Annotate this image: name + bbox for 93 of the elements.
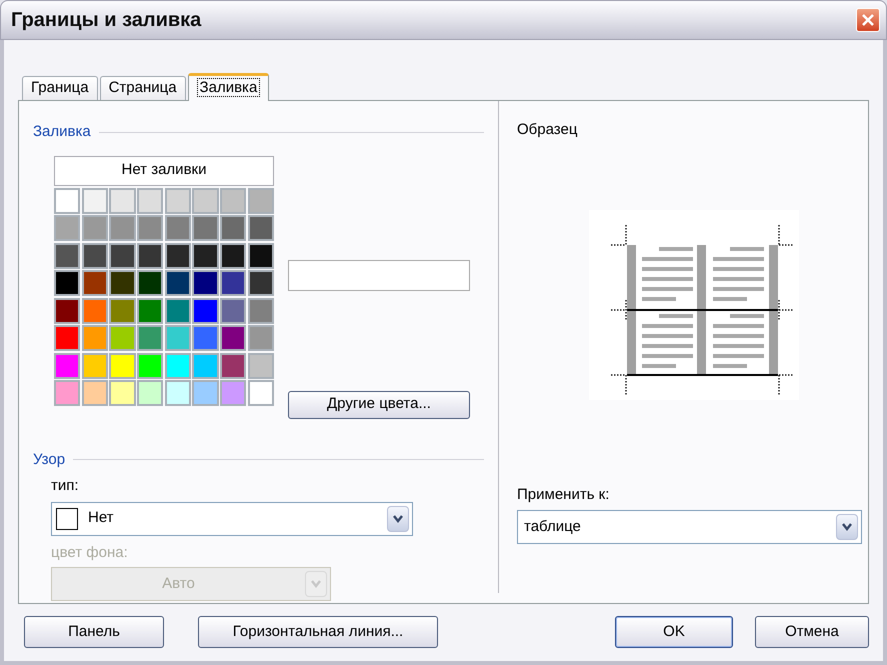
color-swatch[interactable] xyxy=(137,352,164,378)
more-colors-button[interactable]: Другие цвета... xyxy=(288,390,470,418)
color-swatch[interactable] xyxy=(164,242,191,268)
color-swatch[interactable] xyxy=(248,352,274,378)
field-label: Применить к: xyxy=(517,484,610,504)
color-swatch[interactable] xyxy=(109,215,136,241)
field-label: цвет фона: xyxy=(51,542,129,562)
color-swatch[interactable] xyxy=(109,380,136,406)
color-swatch[interactable] xyxy=(54,242,80,268)
apply-to-dropdown[interactable]: таблице xyxy=(517,510,862,544)
color-swatch[interactable] xyxy=(54,380,80,406)
color-swatch[interactable] xyxy=(164,325,191,351)
close-button[interactable] xyxy=(856,8,880,32)
caret-icon xyxy=(841,522,853,532)
dialog-button[interactable]: Отмена xyxy=(755,616,869,648)
dropdown-arrow-button[interactable] xyxy=(387,506,409,532)
color-swatch[interactable] xyxy=(109,352,136,378)
section-heading: Узор xyxy=(33,450,66,470)
color-swatch[interactable] xyxy=(220,242,246,268)
color-swatch[interactable] xyxy=(54,298,80,324)
color-swatch[interactable] xyxy=(220,352,246,378)
dropdown-arrow-button[interactable] xyxy=(836,514,858,540)
dropdown-value: таблице xyxy=(524,516,582,537)
color-swatch[interactable] xyxy=(109,298,136,324)
color-swatch[interactable] xyxy=(164,215,191,241)
field-label: тип: xyxy=(51,476,80,496)
dropdown-value: Авто xyxy=(161,574,196,594)
color-swatch[interactable] xyxy=(220,188,246,214)
window-title: Границы и заливка xyxy=(11,8,202,33)
color-swatch[interactable] xyxy=(192,270,219,296)
section-heading: Заливка xyxy=(33,122,91,142)
color-swatch[interactable] xyxy=(82,325,108,351)
color-swatch[interactable] xyxy=(192,352,219,378)
color-swatch[interactable] xyxy=(192,325,219,351)
color-swatch[interactable] xyxy=(109,270,136,296)
color-swatch[interactable] xyxy=(248,270,274,296)
dialog-button[interactable]: Горизонтальная линия... xyxy=(198,616,438,648)
color-swatch[interactable] xyxy=(220,215,246,241)
color-swatch[interactable] xyxy=(164,188,191,214)
color-swatch[interactable] xyxy=(109,242,136,268)
dropdown-value: Нет xyxy=(88,508,115,528)
color-swatch[interactable] xyxy=(82,242,108,268)
tab[interactable]: Граница xyxy=(22,76,98,100)
close-icon xyxy=(861,13,875,27)
tab[interactable]: Страница xyxy=(100,76,186,100)
color-swatch[interactable] xyxy=(248,325,274,351)
color-swatch[interactable] xyxy=(137,215,164,241)
color-swatch[interactable] xyxy=(220,298,246,324)
caret-icon xyxy=(310,579,322,589)
color-swatch[interactable] xyxy=(82,380,108,406)
color-swatch[interactable] xyxy=(248,242,274,268)
color-swatch[interactable] xyxy=(109,188,136,214)
caret-icon xyxy=(392,514,404,524)
dialog-button[interactable]: Панель xyxy=(24,616,164,648)
color-swatch[interactable] xyxy=(192,188,219,214)
color-swatch[interactable] xyxy=(82,298,108,324)
color-swatch[interactable] xyxy=(54,188,80,214)
color-swatch[interactable] xyxy=(192,215,219,241)
no-fill-button[interactable]: Нет заливки xyxy=(54,156,274,186)
ok-button[interactable]: OK xyxy=(615,616,733,648)
color-swatch[interactable] xyxy=(82,188,108,214)
pattern-type-dropdown[interactable]: Нет xyxy=(51,502,413,536)
color-swatch[interactable] xyxy=(164,298,191,324)
color-swatch[interactable] xyxy=(137,188,164,214)
color-swatch[interactable] xyxy=(54,325,80,351)
pattern-preview-icon xyxy=(56,508,78,530)
color-swatch[interactable] xyxy=(137,298,164,324)
color-swatch[interactable] xyxy=(137,242,164,268)
color-swatch[interactable] xyxy=(137,380,164,406)
color-swatch[interactable] xyxy=(54,215,80,241)
color-swatch[interactable] xyxy=(82,352,108,378)
color-swatch[interactable] xyxy=(248,188,274,214)
color-swatch[interactable] xyxy=(164,270,191,296)
color-swatch[interactable] xyxy=(82,270,108,296)
color-swatch[interactable] xyxy=(164,352,191,378)
color-swatch[interactable] xyxy=(137,325,164,351)
color-swatch[interactable] xyxy=(82,215,108,241)
color-swatch[interactable] xyxy=(192,242,219,268)
color-swatch[interactable] xyxy=(137,270,164,296)
color-swatch[interactable] xyxy=(220,325,246,351)
color-swatch[interactable] xyxy=(220,270,246,296)
tab[interactable]: Заливка xyxy=(188,73,270,101)
color-swatch[interactable] xyxy=(248,298,274,324)
color-swatch[interactable] xyxy=(109,325,136,351)
color-swatch[interactable] xyxy=(192,298,219,324)
color-swatch[interactable] xyxy=(248,215,274,241)
color-swatch[interactable] xyxy=(164,380,191,406)
color-swatch[interactable] xyxy=(192,380,219,406)
section-heading: Образец xyxy=(517,120,578,140)
color-swatch[interactable] xyxy=(248,380,274,406)
color-swatch[interactable] xyxy=(54,270,80,296)
color-swatch[interactable] xyxy=(220,380,246,406)
color-swatch[interactable] xyxy=(54,352,80,378)
